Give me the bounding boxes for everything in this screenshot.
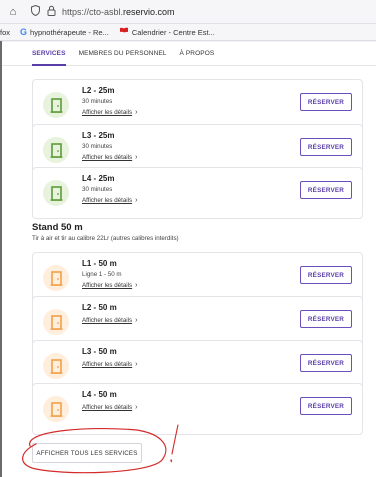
service-title: L4 - 50 m	[82, 390, 117, 399]
reserve-button[interactable]: RÉSERVER	[300, 397, 352, 415]
reserve-button[interactable]: RÉSERVER	[300, 310, 352, 328]
door-icon	[43, 137, 69, 163]
reserve-button[interactable]: RÉSERVER	[300, 181, 352, 199]
chevron-right-icon: ›	[135, 109, 138, 116]
shield-icon[interactable]	[28, 4, 42, 19]
service-card-l4-50m: L4 - 50 m Afficher les détails › RÉSERVER	[32, 383, 363, 435]
chevron-right-icon: ›	[135, 361, 138, 368]
service-title: L3 - 25m	[82, 131, 115, 140]
door-icon	[43, 92, 69, 118]
google-icon: G	[20, 27, 28, 37]
address-bar[interactable]: https://cto-asbl.reservio.com	[62, 7, 175, 17]
tab-about[interactable]: À PROPOS	[180, 42, 215, 66]
service-title: L2 - 50 m	[82, 303, 117, 312]
chevron-right-icon: ›	[135, 154, 138, 161]
reserve-button[interactable]: RÉSERVER	[300, 266, 352, 284]
bookmark-hypnotherapeute[interactable]: G hypnothérapeute - Re...	[20, 27, 109, 37]
chevron-right-icon: ›	[135, 404, 138, 411]
details-link[interactable]: Afficher les détails ›	[82, 154, 137, 161]
service-duration: 30 minutes	[82, 143, 113, 150]
service-duration: 30 minutes	[82, 98, 113, 105]
reserve-button[interactable]: RÉSERVER	[300, 138, 352, 156]
page-tabs: SERVICES MEMBRES DU PERSONNEL À PROPOS	[2, 42, 376, 66]
browser-toolbar: ⌂ https://cto-asbl.reservio.com	[0, 0, 376, 24]
reservation-page: SERVICES MEMBRES DU PERSONNEL À PROPOS L…	[2, 42, 376, 477]
details-link[interactable]: Afficher les détails ›	[82, 197, 137, 204]
details-link[interactable]: Afficher les détails ›	[82, 317, 137, 324]
section-title: Stand 50 m	[32, 222, 83, 233]
section-description: Tir à air et tir au calibre 22Lr (autres…	[32, 235, 179, 242]
service-title: L4 - 25m	[82, 174, 115, 183]
details-link[interactable]: Afficher les détails ›	[82, 404, 137, 411]
reserve-button[interactable]: RÉSERVER	[300, 354, 352, 372]
service-subtitle: Ligne 1 - 50 m	[82, 271, 122, 278]
chevron-right-icon: ›	[135, 197, 138, 204]
door-icon	[43, 180, 69, 206]
door-icon	[43, 396, 69, 422]
bookmarks-bar: fox G hypnothérapeute - Re... Calendrier…	[0, 24, 376, 41]
bookmark-calendrier[interactable]: Calendrier - Centre Est...	[119, 27, 215, 37]
door-icon	[43, 265, 69, 291]
door-icon	[43, 309, 69, 335]
chevron-right-icon: ›	[135, 317, 138, 324]
home-icon[interactable]: ⌂	[6, 6, 20, 18]
service-title: L1 - 50 m	[82, 259, 117, 268]
reserve-button[interactable]: RÉSERVER	[300, 93, 352, 111]
tab-services[interactable]: SERVICES	[32, 42, 66, 66]
bookmark-fox[interactable]: fox	[0, 28, 10, 37]
chevron-right-icon: ›	[135, 282, 138, 289]
service-duration: 30 minutes	[82, 186, 113, 193]
flag-icon	[119, 27, 129, 37]
details-link[interactable]: Afficher les détails ›	[82, 361, 137, 368]
tab-staff[interactable]: MEMBRES DU PERSONNEL	[79, 42, 167, 66]
door-icon	[43, 353, 69, 379]
show-all-services-button[interactable]: AFFICHER TOUS LES SERVICES	[32, 443, 142, 463]
service-title: L2 - 25m	[82, 86, 115, 95]
service-title: L3 - 50 m	[82, 347, 117, 356]
lock-icon[interactable]	[44, 5, 58, 19]
service-card-l4-25m: L4 - 25m 30 minutes Afficher les détails…	[32, 167, 363, 219]
details-link[interactable]: Afficher les détails ›	[82, 282, 137, 289]
details-link[interactable]: Afficher les détails ›	[82, 109, 137, 116]
